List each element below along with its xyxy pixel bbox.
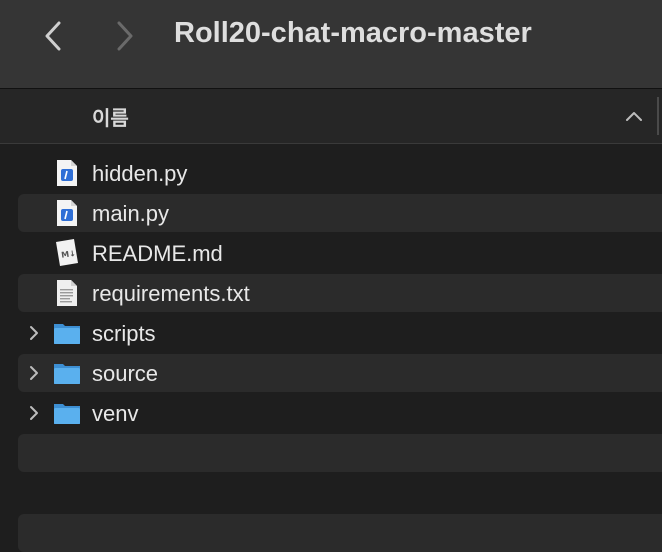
folder-name: scripts [92,321,156,346]
folder-name: venv [92,401,139,426]
empty-row [18,514,662,552]
empty-row [18,474,662,512]
folder-icon [54,364,80,384]
file-name: main.py [92,201,170,226]
disclosure-triangle-icon[interactable] [28,365,40,381]
folder-icon [54,404,80,424]
disclosure-triangle-icon[interactable] [28,405,40,421]
sort-ascending-icon[interactable] [624,109,644,123]
folder-row[interactable]: venv [18,394,662,432]
forward-button[interactable] [110,18,140,54]
python-file-icon [57,160,77,186]
window-title: Roll20-chat-macro-master [174,17,532,49]
name-column-header[interactable]: 이름 [92,102,129,131]
file-row[interactable]: requirements.txt [18,274,662,312]
folder-name: source [92,361,159,386]
folder-icon [54,324,80,344]
markdown-file-icon: M↓ [56,239,78,266]
chevron-right-icon [117,21,133,51]
file-row[interactable]: main.py [18,194,662,232]
text-file-icon [57,280,77,306]
folder-row[interactable]: source [18,354,662,392]
file-name: hidden.py [92,161,188,186]
back-button[interactable] [38,18,68,54]
column-divider[interactable] [657,97,659,135]
disclosure-triangle-icon[interactable] [28,325,40,341]
file-row[interactable]: hidden.py [18,154,662,192]
window-toolbar: Roll20-chat-macro-master [0,0,662,89]
file-name: README.md [92,241,223,266]
folder-row[interactable]: scripts [18,314,662,352]
empty-row [18,434,662,472]
python-file-icon [57,200,77,226]
chevron-left-icon [45,21,61,51]
file-row[interactable]: M↓ README.md [18,234,662,272]
file-name: requirements.txt [92,281,250,306]
column-header-row: 이름 [0,89,662,144]
